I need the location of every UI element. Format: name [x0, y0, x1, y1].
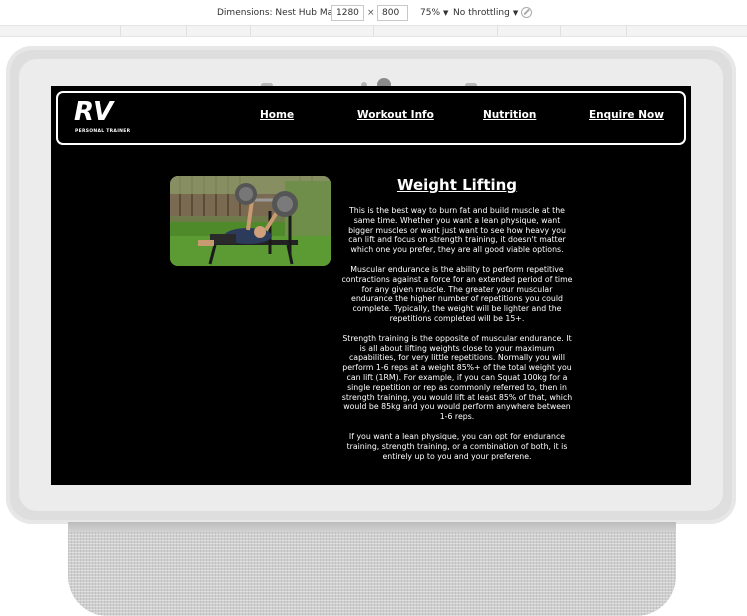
article: Weight Lifting This is the best way to b…	[341, 176, 573, 471]
device-screen: RV PERSONAL TRAINER Home Workout Info Nu…	[51, 86, 691, 485]
times-icon: ×	[367, 8, 375, 18]
rotate-icon[interactable]	[521, 7, 532, 18]
width-input[interactable]: 1280	[331, 5, 364, 21]
dropdown-arrow-icon: ▼	[512, 9, 519, 17]
article-paragraph-3: Strength training is the opposite of mus…	[341, 333, 573, 422]
zoom-select[interactable]: 75% ▼	[420, 8, 448, 18]
logo-tagline: PERSONAL TRAINER	[75, 129, 131, 134]
nav-link-home[interactable]: Home	[260, 109, 294, 121]
article-title: Weight Lifting	[396, 176, 518, 194]
devtools-device-toolbar: Dimensions: Nest Hub Max▼ 1280 × 800 75%…	[0, 0, 747, 26]
bench-press-photo	[170, 176, 331, 266]
logo-text: RV	[74, 97, 113, 127]
article-paragraph-4: If you want a lean physique, you can opt…	[346, 431, 568, 461]
speaker-base-shadow	[68, 522, 676, 532]
throttling-select-label: No throttling	[453, 8, 510, 18]
media-query-ruler	[0, 26, 747, 37]
speaker-base	[68, 522, 676, 616]
device-select[interactable]: Dimensions: Nest Hub Max▼	[217, 8, 347, 18]
nav-link-workout-info[interactable]: Workout Info	[357, 109, 434, 121]
nav-link-enquire-now[interactable]: Enquire Now	[589, 109, 664, 121]
height-input[interactable]: 800	[377, 5, 408, 21]
navbar: RV PERSONAL TRAINER Home Workout Info Nu…	[56, 91, 686, 145]
article-paragraph-2: Muscular endurance is the ability to per…	[341, 264, 573, 323]
zoom-select-label: 75%	[420, 8, 441, 18]
throttling-select[interactable]: No throttling ▼	[453, 8, 518, 18]
nav-link-nutrition[interactable]: Nutrition	[483, 109, 536, 121]
article-paragraph-1: This is the best way to burn fat and bui…	[348, 206, 566, 255]
device-select-label: Dimensions: Nest Hub Max	[217, 8, 339, 18]
dropdown-arrow-icon: ▼	[443, 9, 449, 17]
logo[interactable]: RV PERSONAL TRAINER	[74, 97, 130, 139]
